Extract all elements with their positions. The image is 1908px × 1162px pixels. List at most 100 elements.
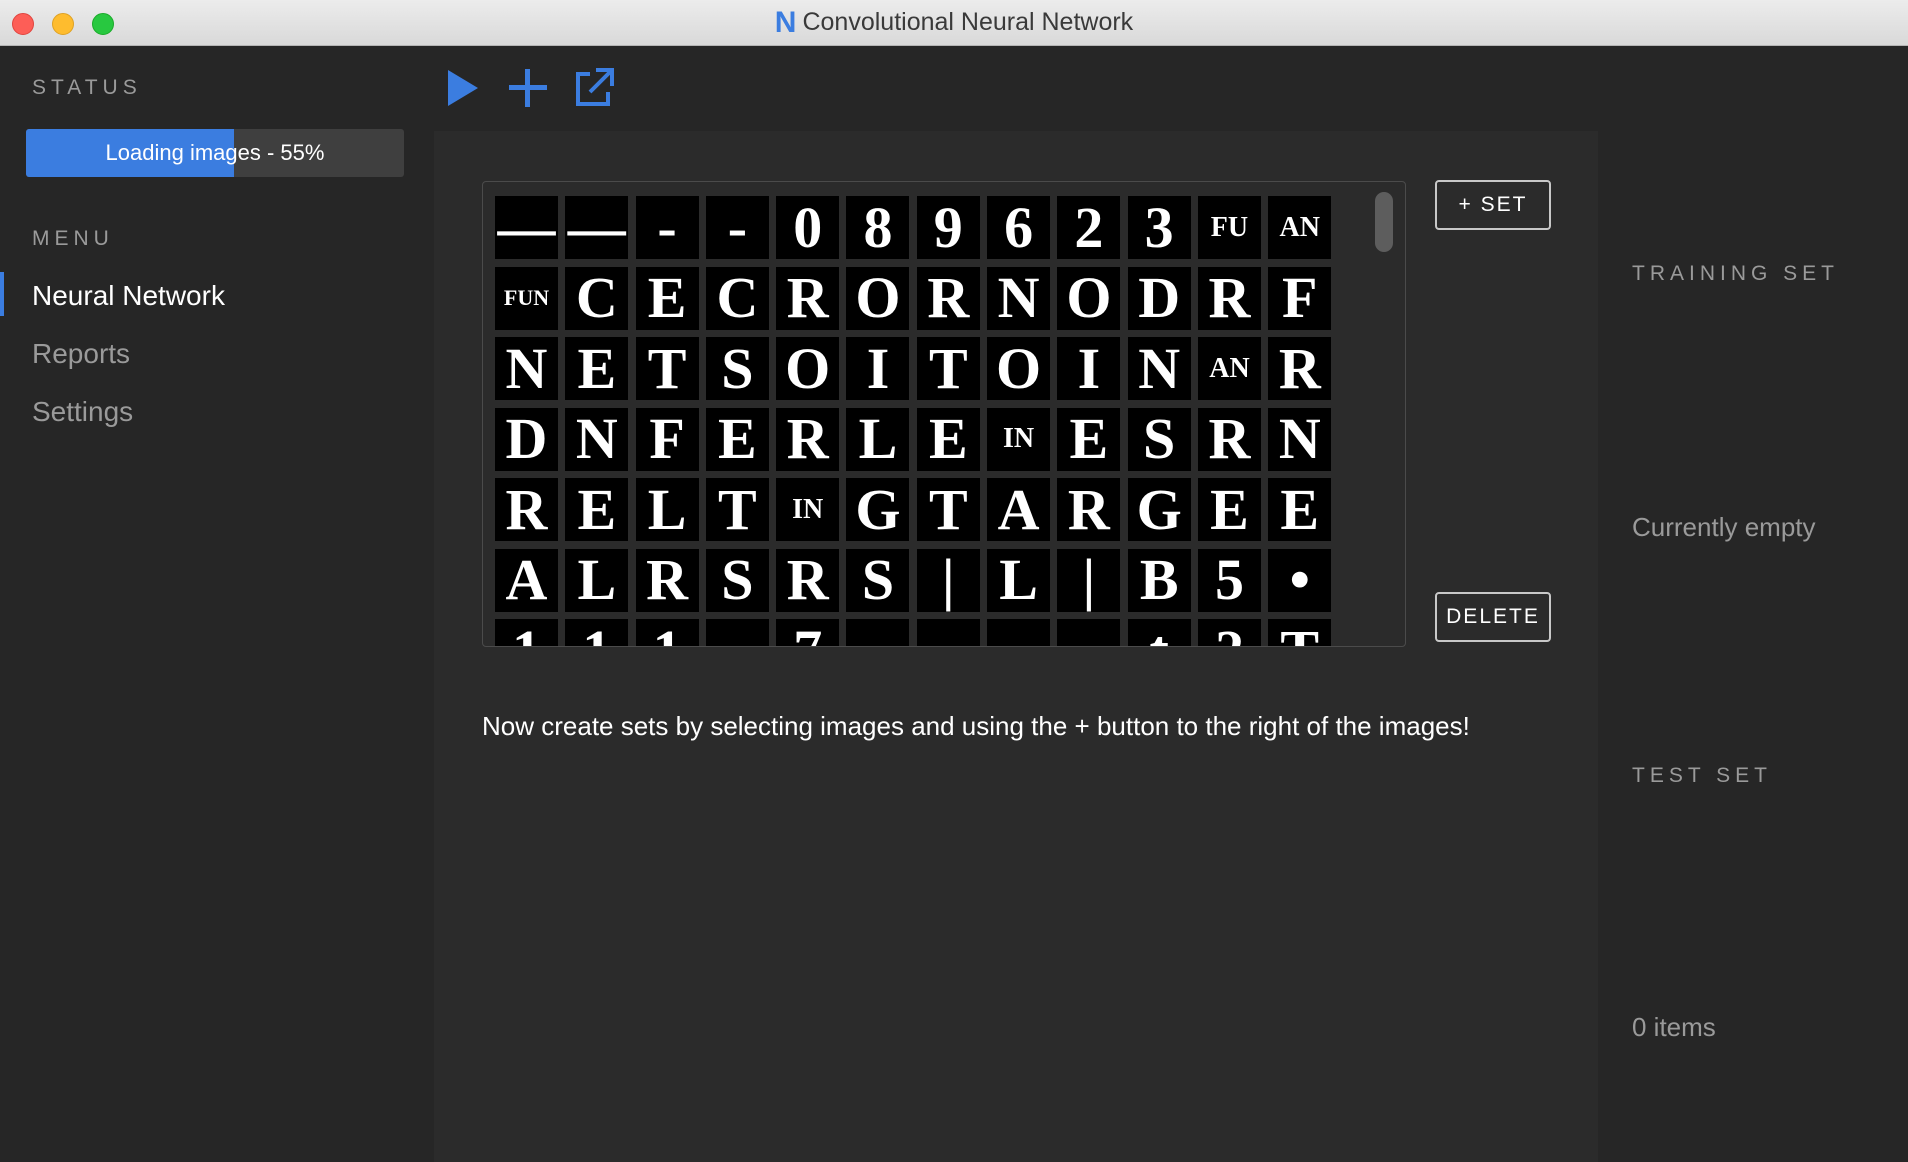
- image-tile[interactable]: S: [846, 548, 910, 612]
- image-tile[interactable]: O: [776, 337, 840, 400]
- open-external-button[interactable]: [572, 66, 616, 110]
- image-tile[interactable]: E: [705, 407, 769, 471]
- image-tile[interactable]: C: [705, 266, 769, 330]
- image-tile[interactable]: I: [846, 337, 910, 400]
- image-tile[interactable]: E: [916, 407, 980, 471]
- image-tile[interactable]: A: [987, 478, 1051, 541]
- image-tile[interactable]: AN: [1197, 337, 1261, 400]
- image-tile[interactable]: R: [776, 266, 840, 330]
- image-tile[interactable]: R: [776, 548, 840, 612]
- image-tile[interactable]: 5: [1197, 548, 1261, 612]
- image-tile[interactable]: N: [495, 337, 558, 400]
- image-tile[interactable]: T: [916, 478, 980, 541]
- image-tile[interactable]: G: [846, 478, 910, 541]
- sidebar-item-neural-network[interactable]: Neural Network: [32, 280, 225, 312]
- image-tile[interactable]: 0: [776, 196, 840, 259]
- sidebar: STATUS Loading images - 55% MENU Neural …: [0, 46, 434, 1162]
- delete-button[interactable]: DELETE: [1435, 592, 1551, 642]
- image-tile[interactable]: L: [635, 478, 699, 541]
- image-grid-scrollbar[interactable]: [1375, 192, 1393, 252]
- image-tile[interactable]: 8: [846, 196, 910, 259]
- image-tile[interactable]: -: [635, 196, 699, 259]
- image-tile[interactable]: R: [1268, 337, 1332, 400]
- add-button[interactable]: [506, 66, 550, 110]
- image-tile[interactable]: F: [635, 407, 699, 471]
- image-tile[interactable]: T: [635, 337, 699, 400]
- image-tile[interactable]: R: [1197, 266, 1261, 330]
- image-tile[interactable]: E: [565, 478, 629, 541]
- image-tile[interactable]: T: [916, 337, 980, 400]
- play-button[interactable]: [444, 66, 488, 110]
- image-tile[interactable]: R: [635, 548, 699, 612]
- image-tile[interactable]: t: [1127, 619, 1191, 646]
- image-tile[interactable]: L: [987, 548, 1051, 612]
- image-tile[interactable]: IN: [987, 407, 1051, 471]
- image-tile[interactable]: R: [1057, 478, 1121, 541]
- image-tile[interactable]: N: [1268, 407, 1332, 471]
- image-tile[interactable]: N: [1127, 337, 1191, 400]
- image-tile[interactable]: [705, 619, 769, 646]
- image-tile[interactable]: |: [916, 548, 980, 612]
- image-tile[interactable]: E: [565, 337, 629, 400]
- image-tile[interactable]: T: [705, 478, 769, 541]
- image-tile[interactable]: C: [565, 266, 629, 330]
- image-tile[interactable]: AN: [1268, 196, 1332, 259]
- image-tile[interactable]: R: [495, 478, 558, 541]
- image-tile[interactable]: —: [495, 196, 558, 259]
- image-tile[interactable]: E: [635, 266, 699, 330]
- image-tile[interactable]: FU: [1197, 196, 1261, 259]
- image-tile[interactable]: [846, 619, 910, 646]
- image-tile[interactable]: 2: [1057, 196, 1121, 259]
- image-tile[interactable]: O: [987, 337, 1051, 400]
- image-tile[interactable]: E: [1268, 478, 1332, 541]
- image-tile[interactable]: E: [1057, 407, 1121, 471]
- image-tile[interactable]: 3: [1127, 196, 1191, 259]
- image-tile[interactable]: B: [1127, 548, 1191, 612]
- sidebar-item-reports[interactable]: Reports: [32, 338, 130, 370]
- image-tile[interactable]: 6: [987, 196, 1051, 259]
- image-tile[interactable]: E: [1197, 478, 1261, 541]
- image-tile[interactable]: 7: [776, 619, 840, 646]
- image-tile[interactable]: [916, 619, 980, 646]
- image-tile[interactable]: G: [1127, 478, 1191, 541]
- image-tile[interactable]: I: [1057, 337, 1121, 400]
- image-tile[interactable]: FUN: [495, 266, 558, 330]
- image-tile[interactable]: S: [705, 548, 769, 612]
- image-tile[interactable]: O: [846, 266, 910, 330]
- title-wrap: N Convolutional Neural Network: [0, 0, 1908, 45]
- image-tile[interactable]: S: [1127, 407, 1191, 471]
- sidebar-item-settings[interactable]: Settings: [32, 396, 133, 428]
- image-tile[interactable]: -: [705, 196, 769, 259]
- image-tile[interactable]: 2: [1197, 619, 1261, 646]
- image-tile[interactable]: N: [565, 407, 629, 471]
- image-tile[interactable]: D: [495, 407, 558, 471]
- image-tile[interactable]: T: [1268, 619, 1332, 646]
- image-tile[interactable]: 1: [495, 619, 558, 646]
- image-tile[interactable]: R: [776, 407, 840, 471]
- image-tile[interactable]: [987, 619, 1051, 646]
- image-tile[interactable]: S: [705, 337, 769, 400]
- image-tile[interactable]: 9: [916, 196, 980, 259]
- image-tile[interactable]: A: [495, 548, 558, 612]
- image-tile[interactable]: 1: [635, 619, 699, 646]
- image-grid[interactable]: — — - -0 8 9 6 2 3 FU AN FUN C E C R O R N O D R F N E T S O I T O I N AN…: [482, 181, 1406, 647]
- image-tile[interactable]: L: [846, 407, 910, 471]
- image-tile[interactable]: IN: [776, 478, 840, 541]
- image-tile[interactable]: [1057, 619, 1121, 646]
- loading-progress-bar: Loading images - 55%: [26, 129, 404, 177]
- training-set-label: TRAINING SET: [1632, 262, 1840, 285]
- image-tile[interactable]: —: [565, 196, 629, 259]
- image-tile[interactable]: F: [1268, 266, 1332, 330]
- image-tile[interactable]: 1: [565, 619, 629, 646]
- image-tile[interactable]: L: [565, 548, 629, 612]
- window-title: Convolutional Neural Network: [802, 8, 1134, 36]
- image-tile[interactable]: •: [1268, 548, 1332, 612]
- add-set-button[interactable]: + SET: [1435, 180, 1551, 230]
- test-set-label: TEST SET: [1632, 764, 1772, 787]
- image-tile[interactable]: O: [1057, 266, 1121, 330]
- image-tile[interactable]: D: [1127, 266, 1191, 330]
- image-tile[interactable]: R: [916, 266, 980, 330]
- image-tile[interactable]: R: [1197, 407, 1261, 471]
- image-tile[interactable]: N: [987, 266, 1051, 330]
- image-tile[interactable]: |: [1057, 548, 1121, 612]
